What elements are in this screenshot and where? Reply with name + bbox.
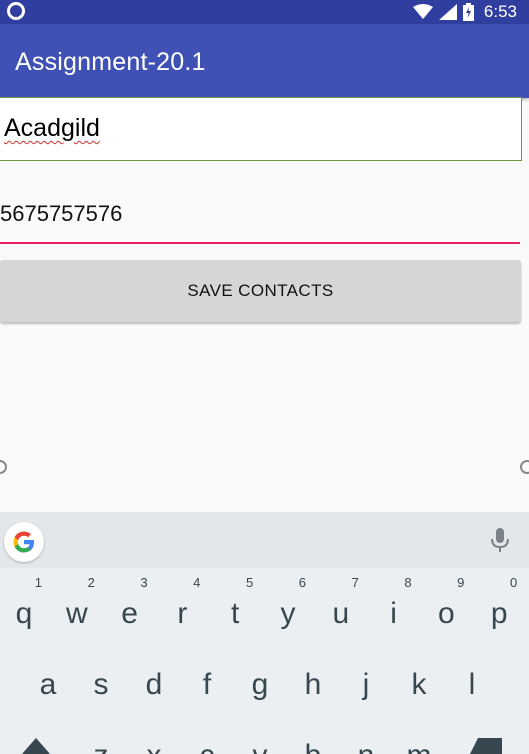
status-icons: 6:53 (412, 0, 517, 24)
key-s[interactable]: s (77, 657, 125, 713)
save-contacts-button[interactable]: SAVE CONTACTS (0, 260, 521, 322)
key-a[interactable]: a (24, 657, 72, 713)
key-w[interactable]: w2 (53, 575, 101, 642)
key-p[interactable]: p0 (475, 575, 523, 642)
key-number-hint: 6 (298, 575, 306, 590)
key-x[interactable]: x (130, 728, 178, 754)
key-letter: o (438, 597, 455, 630)
key-letter: y (280, 597, 296, 630)
phone-input-value: 5675757576 (0, 201, 123, 226)
key-g[interactable]: g (236, 657, 284, 713)
key-number-hint: 0 (509, 575, 518, 590)
key-l[interactable]: l (448, 657, 496, 713)
keyboard-suggestion-bar (0, 512, 529, 568)
key-v[interactable]: v (236, 728, 284, 754)
key-letter: t (231, 597, 240, 630)
screen: 6:53 Assignment-20.1 Acadgild 5675757576… (0, 0, 529, 754)
google-search-button[interactable] (4, 522, 44, 562)
key-number-hint: 5 (245, 575, 254, 590)
key-q[interactable]: q1 (0, 575, 48, 642)
page-title: Assignment-20.1 (15, 48, 206, 76)
key-r[interactable]: r4 (158, 575, 206, 642)
key-u[interactable]: u7 (317, 575, 365, 642)
shift-icon[interactable] (22, 738, 50, 754)
key-n[interactable]: n (342, 728, 390, 754)
name-input-value: Acadgild (4, 114, 100, 142)
status-time: 6:53 (483, 2, 517, 21)
key-t[interactable]: t5 (211, 575, 259, 642)
signal-icon (438, 4, 457, 20)
key-c[interactable]: c (183, 728, 231, 754)
key-k[interactable]: k (395, 657, 443, 713)
key-letter: u (332, 597, 350, 630)
key-number-hint: 3 (140, 575, 148, 590)
right-resize-handle[interactable] (520, 460, 529, 474)
key-letter: w (65, 597, 88, 630)
key-number-hint: 4 (193, 575, 201, 590)
key-letter: r (177, 597, 188, 630)
phone-input[interactable]: 5675757576 (0, 190, 520, 244)
key-i[interactable]: i8 (370, 575, 418, 642)
key-o[interactable]: o9 (422, 575, 470, 642)
key-number-hint: 7 (351, 575, 359, 590)
key-d[interactable]: d (130, 657, 178, 713)
key-h[interactable]: h (289, 657, 337, 713)
key-number-hint: 1 (34, 575, 42, 590)
soft-keyboard: q1w2e3r4t5y6u7i8o9p0asdfghjklzxcvbnm (0, 512, 529, 754)
key-number-hint: 2 (87, 575, 95, 590)
left-resize-handle[interactable] (0, 460, 7, 474)
key-number-hint: 8 (404, 575, 412, 590)
status-bar: 6:53 (0, 0, 529, 24)
key-number-hint: 9 (457, 575, 465, 590)
key-y[interactable]: y6 (264, 575, 312, 642)
google-g-icon (13, 531, 34, 553)
key-letter: q (15, 597, 33, 630)
key-f[interactable]: f (183, 657, 231, 713)
wifi-icon (412, 4, 433, 19)
backspace-icon[interactable] (470, 738, 502, 754)
key-letter: i (390, 597, 397, 630)
name-input[interactable]: Acadgild (0, 97, 522, 161)
key-letter: e (121, 597, 138, 630)
battery-charging-icon (462, 3, 474, 21)
key-z[interactable]: z (77, 728, 125, 754)
key-m[interactable]: m (395, 728, 443, 754)
notification-icon (7, 2, 25, 20)
key-j[interactable]: j (342, 657, 390, 713)
key-letter: p (490, 597, 508, 630)
key-e[interactable]: e3 (106, 575, 154, 642)
key-b[interactable]: b (289, 728, 337, 754)
microphone-icon[interactable] (487, 526, 513, 556)
app-bar: Assignment-20.1 (0, 24, 529, 98)
